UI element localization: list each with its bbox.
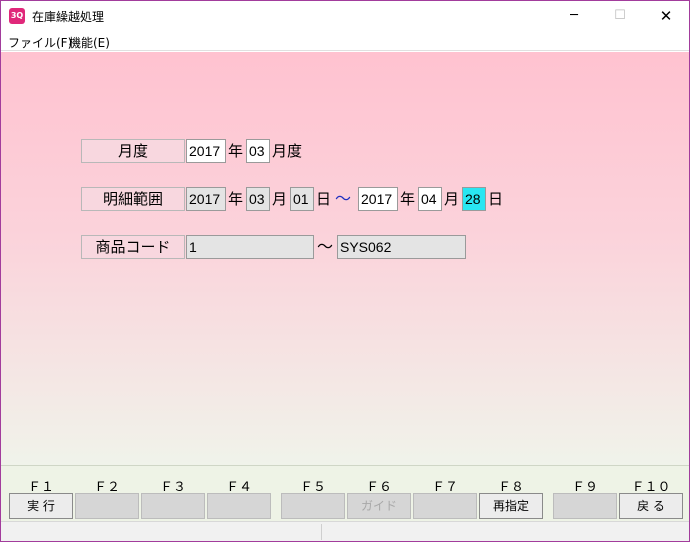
close-button[interactable]: ✕	[643, 1, 689, 31]
range-separator: ～	[335, 189, 352, 208]
f9-button[interactable]	[553, 493, 617, 519]
f7-button[interactable]	[413, 493, 477, 519]
function-key-bar: Ｆ１ Ｆ２ Ｆ３ Ｆ４ Ｆ５ Ｆ６ Ｆ７ Ｆ８ Ｆ９ Ｆ１０ 実 行 ガイド 再…	[1, 465, 689, 521]
range-to-day-field[interactable]: 28	[462, 187, 486, 211]
title-bar: 3Q 在庫繰越処理 ─ ☐ ✕	[1, 1, 689, 31]
menu-function[interactable]: 機能(E)	[69, 34, 110, 51]
detail-range-label: 明細範囲	[81, 187, 185, 211]
month-label: 月度	[81, 139, 185, 163]
range-from-year-field[interactable]: 2017	[186, 187, 226, 211]
range-from-day-unit: 日	[316, 190, 332, 208]
status-divider	[321, 524, 322, 540]
range-to-day-unit: 日	[488, 190, 504, 208]
range-from-year-unit: 年	[228, 190, 244, 208]
month-month-field[interactable]: 03	[246, 139, 270, 163]
range-from-month-unit: 月	[272, 190, 288, 208]
f2-button[interactable]	[75, 493, 139, 519]
range-to-month-field[interactable]: 04	[418, 187, 442, 211]
range-from-month-field[interactable]: 03	[246, 187, 270, 211]
minimize-button[interactable]: ─	[551, 1, 597, 31]
month-year-field[interactable]: 2017	[186, 139, 226, 163]
month-month-unit: 月度	[272, 142, 303, 160]
menu-bar: ファイル(F) 機能(E)	[1, 31, 689, 51]
product-code-label: 商品コード	[81, 235, 185, 259]
f4-button[interactable]	[207, 493, 271, 519]
product-code-separator: ～	[317, 237, 334, 256]
product-code-to-field[interactable]: SYS062	[337, 235, 466, 259]
range-to-year-unit: 年	[400, 190, 416, 208]
range-to-month-unit: 月	[444, 190, 460, 208]
product-code-from-field[interactable]: 1	[186, 235, 314, 259]
status-bar	[1, 521, 689, 541]
month-year-unit: 年	[228, 142, 244, 160]
app-window: 3Q 在庫繰越処理 ─ ☐ ✕ ファイル(F) 機能(E) 月度 2017 年 …	[0, 0, 690, 542]
f3-button[interactable]	[141, 493, 205, 519]
guide-button[interactable]: ガイド	[347, 493, 411, 519]
range-from-day-field[interactable]: 01	[290, 187, 314, 211]
f5-button[interactable]	[281, 493, 345, 519]
respecify-button[interactable]: 再指定	[479, 493, 543, 519]
execute-button[interactable]: 実 行	[9, 493, 73, 519]
menu-file[interactable]: ファイル(F)	[8, 34, 72, 51]
range-to-year-field[interactable]: 2017	[358, 187, 398, 211]
back-button[interactable]: 戻 る	[619, 493, 683, 519]
form-area: 月度 2017 年 03 月度 明細範囲 2017 年 03 月 01 日 ～ …	[1, 52, 689, 465]
maximize-button[interactable]: ☐	[597, 1, 643, 31]
app-icon: 3Q	[9, 8, 25, 24]
window-title: 在庫繰越処理	[32, 10, 105, 24]
